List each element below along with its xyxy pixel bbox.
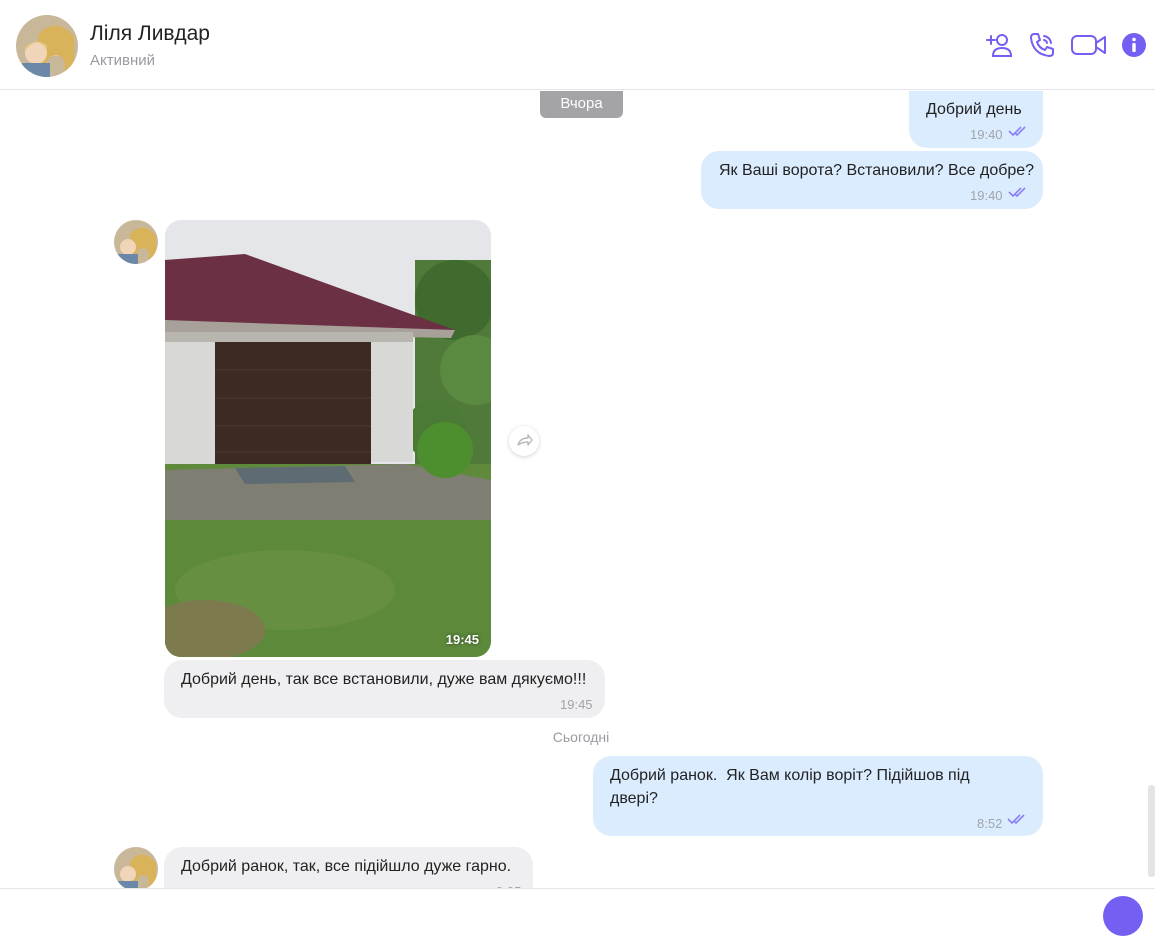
contact-name[interactable]: Ліля Ливдар [90, 22, 210, 46]
contact-status: Активний [90, 52, 155, 69]
chat-header: Ліля Ливдар Активний [0, 0, 1155, 90]
message-incoming[interactable]: Добрий день, так все встановили, дуже ва… [164, 660, 605, 718]
message-time: 19:40 [970, 188, 1003, 203]
message-list[interactable]: Вчора Добрий день 19:40 Як Ваші ворота? … [0, 91, 1155, 888]
message-time: 19:40 [970, 127, 1003, 142]
message-outgoing[interactable]: Добрий день 19:40 [909, 91, 1043, 148]
read-receipt-icon [1008, 126, 1026, 137]
message-outgoing[interactable]: Добрий ранок. Як Вам колір воріт? Підійш… [593, 756, 1043, 836]
phone-icon[interactable] [1027, 30, 1057, 60]
message-text: Добрий день [926, 101, 1022, 118]
message-text: Добрий ранок. Як Вам колір воріт? Підійш… [610, 767, 975, 807]
share-icon [517, 434, 533, 446]
send-button[interactable] [1103, 896, 1143, 936]
date-divider-yesterday: Вчора [540, 91, 623, 118]
message-text: Добрий день, так все встановили, дуже ва… [181, 671, 587, 688]
message-outgoing[interactable]: Як Ваші ворота? Встановили? Все добре? 1… [701, 151, 1043, 209]
sender-avatar[interactable] [114, 220, 158, 264]
message-time: 9:05 [496, 880, 521, 888]
info-icon[interactable] [1121, 32, 1147, 58]
read-receipt-icon [1007, 814, 1025, 825]
read-receipt-icon [1008, 187, 1026, 198]
message-text: Як Ваші ворота? Встановили? Все добре? [719, 162, 1035, 179]
scrollbar[interactable] [1148, 785, 1155, 877]
message-text: Добрий ранок, так, все підійшло дуже гар… [181, 858, 512, 875]
message-incoming[interactable]: Добрий ранок, так, все підійшло дуже гар… [164, 847, 533, 888]
garage-photo [165, 220, 491, 657]
forward-button[interactable] [509, 426, 539, 456]
video-call-icon[interactable] [1070, 30, 1108, 60]
sender-avatar[interactable] [114, 847, 158, 888]
message-time: 8:52 [977, 816, 1003, 831]
contact-avatar[interactable] [16, 15, 78, 77]
add-participant-icon[interactable] [985, 30, 1015, 60]
photo-message[interactable]: 19:45 [165, 220, 491, 657]
date-divider-today: Сьогодні [552, 729, 610, 745]
message-time: 19:45 [560, 697, 593, 712]
photo-time: 19:45 [445, 632, 479, 647]
message-composer[interactable] [0, 888, 1155, 903]
